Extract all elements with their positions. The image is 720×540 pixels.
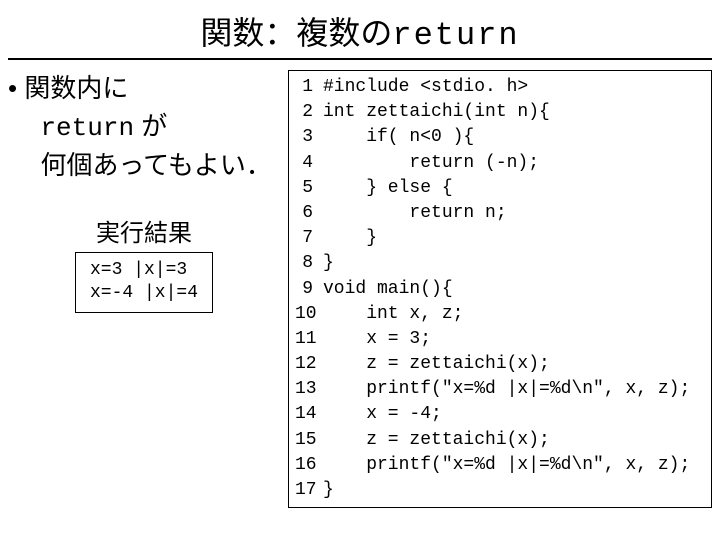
result-title: 実行結果 xyxy=(8,213,280,248)
line-number: 8 xyxy=(295,251,323,276)
code-text: printf("x=%d |x|=%d\n", x, z); xyxy=(323,377,705,402)
code-line: 3 if( n<0 ){ xyxy=(295,125,705,150)
code-line: 17} xyxy=(295,478,705,503)
code-text: } xyxy=(323,478,705,503)
code-text: } xyxy=(323,251,705,276)
code-line: 2int zettaichi(int n){ xyxy=(295,100,705,125)
right-column: 1#include <stdio. h>2int zettaichi(int n… xyxy=(288,70,712,508)
result-line: x=3 |x|=3 xyxy=(90,259,198,282)
code-text: int zettaichi(int n){ xyxy=(323,100,705,125)
code-text: return n; xyxy=(323,201,705,226)
title-text-left: 関数：複数の xyxy=(200,15,392,51)
title-text-right: return xyxy=(392,17,519,54)
code-line: 7 } xyxy=(295,226,705,251)
line-number: 16 xyxy=(295,453,323,478)
code-line: 11 x = 3; xyxy=(295,327,705,352)
code-text: x = 3; xyxy=(323,327,705,352)
bullet-line1: 関数内に xyxy=(24,73,128,103)
line-number: 9 xyxy=(295,277,323,302)
code-line: 16 printf("x=%d |x|=%d\n", x, z); xyxy=(295,453,705,478)
result-output-box: x=3 |x|=3 x=-4 |x|=4 xyxy=(75,252,213,313)
line-number: 10 xyxy=(295,302,323,327)
code-text: int x, z; xyxy=(323,302,705,327)
bullet-line2-tail: が xyxy=(134,111,167,141)
code-text: if( n<0 ){ xyxy=(323,125,705,150)
line-number: 13 xyxy=(295,377,323,402)
code-listing: 1#include <stdio. h>2int zettaichi(int n… xyxy=(288,70,712,508)
code-line: 6 return n; xyxy=(295,201,705,226)
code-line: 13 printf("x=%d |x|=%d\n", x, z); xyxy=(295,377,705,402)
content-area: • 関数内に return が 何個あってもよい． 実行結果 x=3 |x|=3… xyxy=(0,60,720,508)
bullet-line3: 何個あってもよい． xyxy=(40,150,271,180)
code-line: 12 z = zettaichi(x); xyxy=(295,352,705,377)
line-number: 14 xyxy=(295,402,323,427)
bullet-line2-mono: return xyxy=(40,113,134,143)
slide-title: 関数：複数のreturn xyxy=(8,0,712,60)
left-column: • 関数内に return が 何個あってもよい． 実行結果 x=3 |x|=3… xyxy=(8,70,288,508)
code-line: 10 int x, z; xyxy=(295,302,705,327)
line-number: 4 xyxy=(295,151,323,176)
line-number: 6 xyxy=(295,201,323,226)
code-text: printf("x=%d |x|=%d\n", x, z); xyxy=(323,453,705,478)
line-number: 1 xyxy=(295,75,323,100)
code-line: 4 return (-n); xyxy=(295,151,705,176)
line-number: 7 xyxy=(295,226,323,251)
code-text: x = -4; xyxy=(323,402,705,427)
line-number: 11 xyxy=(295,327,323,352)
code-text: z = zettaichi(x); xyxy=(323,352,705,377)
code-text: } xyxy=(323,226,705,251)
line-number: 5 xyxy=(295,176,323,201)
result-line: x=-4 |x|=4 xyxy=(90,282,198,305)
code-line: 5 } else { xyxy=(295,176,705,201)
bullet-point: • 関数内に return が 何個あってもよい． xyxy=(8,70,280,185)
result-section: 実行結果 x=3 |x|=3 x=-4 |x|=4 xyxy=(8,213,280,313)
code-text: return (-n); xyxy=(323,151,705,176)
line-number: 2 xyxy=(295,100,323,125)
line-number: 15 xyxy=(295,428,323,453)
line-number: 17 xyxy=(295,478,323,503)
code-text: } else { xyxy=(323,176,705,201)
code-line: 1#include <stdio. h> xyxy=(295,75,705,100)
code-line: 15 z = zettaichi(x); xyxy=(295,428,705,453)
code-text: z = zettaichi(x); xyxy=(323,428,705,453)
code-line: 9void main(){ xyxy=(295,277,705,302)
line-number: 3 xyxy=(295,125,323,150)
line-number: 12 xyxy=(295,352,323,377)
code-line: 14 x = -4; xyxy=(295,402,705,427)
code-text: void main(){ xyxy=(323,277,705,302)
code-text: #include <stdio. h> xyxy=(323,75,705,100)
bullet-marker: • xyxy=(8,73,24,103)
code-line: 8} xyxy=(295,251,705,276)
